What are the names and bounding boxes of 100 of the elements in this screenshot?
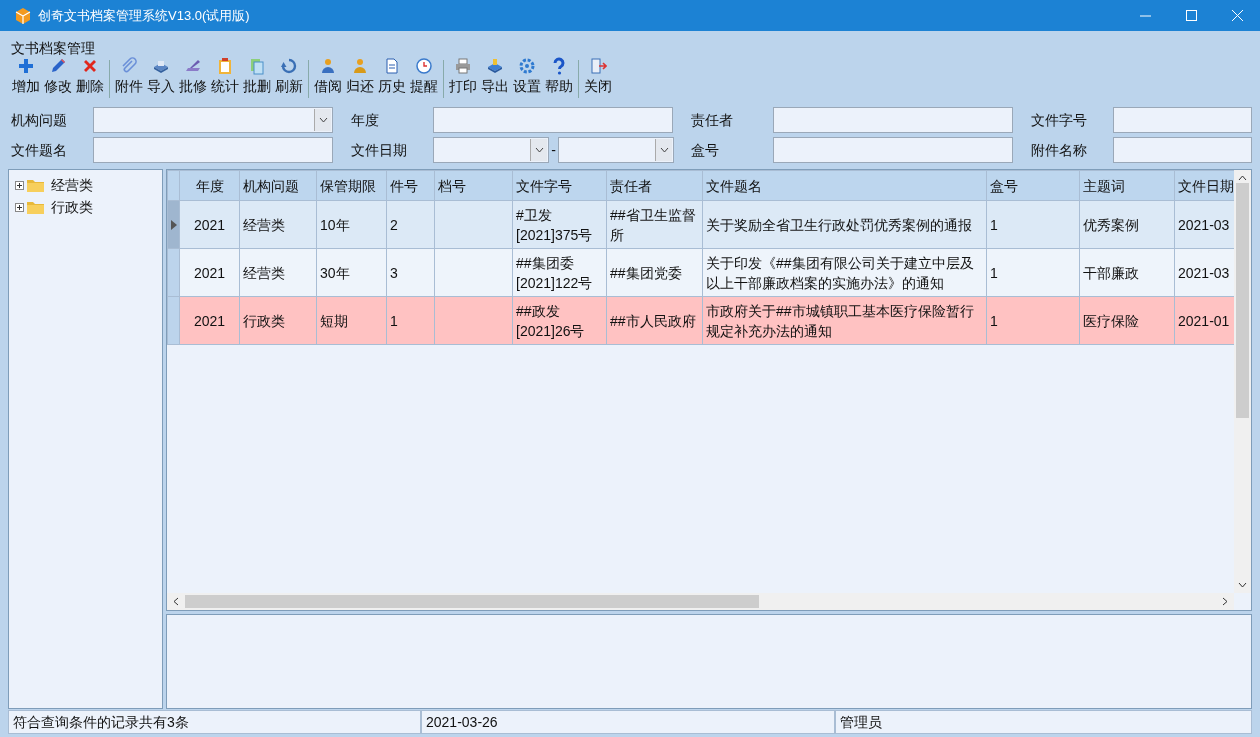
table-cell: 3 <box>386 248 435 297</box>
toolbar-button[interactable]: 历史 <box>376 57 408 101</box>
field-label: 盒号 <box>690 140 720 160</box>
clipboard-icon <box>216 57 234 75</box>
field-label: 责任者 <box>690 110 734 130</box>
expand-toggle-icon[interactable] <box>15 202 24 212</box>
table-cell: 30年 <box>316 248 387 297</box>
paperclip-icon <box>120 57 138 75</box>
printer-icon <box>454 57 472 75</box>
scroll-up-icon[interactable] <box>1238 175 1247 181</box>
scroll-left-icon[interactable] <box>173 597 179 606</box>
status-text: 2021-03-26 <box>421 710 835 734</box>
input-field[interactable] <box>1113 137 1252 163</box>
input-field[interactable] <box>1113 107 1252 133</box>
table-cell: 1 <box>986 248 1080 297</box>
tree-item[interactable]: 行政类 <box>51 196 93 218</box>
toolbar-button[interactable]: 打印 <box>447 57 479 101</box>
table-cell: ##政发[2021]26号 <box>512 296 607 345</box>
table-cell: 1 <box>386 296 435 345</box>
table-cell: 市政府关于##市城镇职工基本医疗保险暂行规定补充办法的通知 <box>702 296 987 345</box>
vertical-scrollbar[interactable] <box>1234 170 1251 593</box>
tree-item[interactable]: 经营类 <box>51 174 93 196</box>
scroll-down-icon[interactable] <box>1238 582 1247 588</box>
module-title: 文书档案管理 <box>11 40 95 56</box>
field-label: 文件题名 <box>10 140 68 160</box>
toolbar-button[interactable]: 刷新 <box>273 57 305 101</box>
toolbar-button[interactable]: 增加 <box>10 57 42 101</box>
toolbar-button[interactable]: 导入 <box>145 57 177 101</box>
toolbar-button[interactable]: 提醒 <box>408 57 440 101</box>
minimize-icon <box>1139 14 1151 17</box>
table-cell: 2021 <box>179 200 240 249</box>
toolbar-button[interactable]: 批删 <box>241 57 273 101</box>
toolbar-button[interactable]: 设置 <box>511 57 543 101</box>
table-cell: 行政类 <box>239 296 317 345</box>
toolbar-button[interactable]: 关闭 <box>582 57 614 101</box>
dropdown-field[interactable] <box>93 107 333 133</box>
pencil-icon <box>49 57 67 75</box>
expand-toggle-icon[interactable] <box>15 180 24 190</box>
app-icon <box>14 6 32 25</box>
toolbar-button[interactable]: 导出 <box>479 57 511 101</box>
table-cell: 经营类 <box>239 248 317 297</box>
table-cell: ##集团委[2021]122号 <box>512 248 607 297</box>
input-field[interactable] <box>773 107 1013 133</box>
column-header[interactable]: 责任者 <box>606 170 703 201</box>
column-header[interactable]: 文件日期 <box>1174 170 1234 201</box>
toolbar-button[interactable]: 帮助 <box>543 57 575 101</box>
column-header[interactable]: 保管期限 <box>316 170 387 201</box>
column-header[interactable]: 文件题名 <box>702 170 987 201</box>
row-header[interactable] <box>167 200 180 249</box>
folder-icon <box>27 200 44 214</box>
table-cell: 干部廉政 <box>1079 248 1175 297</box>
column-header[interactable]: 档号 <box>434 170 513 201</box>
field-label: 文件日期 <box>350 140 408 160</box>
column-header[interactable]: 机构问题 <box>239 170 317 201</box>
toolbar-button[interactable]: 删除 <box>74 57 106 101</box>
dropdown-field[interactable] <box>558 137 674 163</box>
scroll-right-icon[interactable] <box>1222 597 1228 606</box>
toolbar-button[interactable]: 统计 <box>209 57 241 101</box>
toolbar-button[interactable]: 归还 <box>344 57 376 101</box>
dropdown-field[interactable] <box>433 137 549 163</box>
field-label: 年度 <box>350 110 380 130</box>
gear-icon <box>518 57 536 75</box>
table-cell: 2 <box>386 200 435 249</box>
table-cell: 2021-03 <box>1174 248 1234 297</box>
pages-icon <box>248 57 266 75</box>
door-icon <box>589 57 607 75</box>
table-cell: 1 <box>986 200 1080 249</box>
toolbar-button[interactable]: 批修 <box>177 57 209 101</box>
table-cell: 关于奖励全省卫生行政处罚优秀案例的通报 <box>702 200 987 249</box>
input-field[interactable] <box>773 137 1013 163</box>
toolbar-button[interactable]: 借阅 <box>312 57 344 101</box>
column-header[interactable]: 年度 <box>179 170 240 201</box>
clock-icon <box>415 57 433 75</box>
field-label: 文件字号 <box>1030 110 1088 130</box>
scroll-thumb[interactable] <box>1236 183 1249 418</box>
person-icon <box>319 57 337 75</box>
scroll-thumb[interactable] <box>185 595 759 608</box>
current-row-icon <box>170 219 177 230</box>
toolbar-button[interactable]: 修改 <box>42 57 74 101</box>
tray-icon <box>486 57 504 75</box>
column-header[interactable]: 盒号 <box>986 170 1080 201</box>
table-cell: 优秀案例 <box>1079 200 1175 249</box>
plus-icon <box>17 57 35 75</box>
column-header[interactable]: 主题词 <box>1079 170 1175 201</box>
horizontal-scrollbar[interactable] <box>167 593 1234 610</box>
table-cell: 短期 <box>316 296 387 345</box>
input-field[interactable] <box>93 137 333 163</box>
table-cell: 2021-03 <box>1174 200 1234 249</box>
column-header[interactable]: 件号 <box>386 170 435 201</box>
column-header[interactable]: 文件字号 <box>512 170 607 201</box>
table-cell: ##集团党委 <box>606 248 703 297</box>
table-cell: ##省卫生监督所 <box>606 200 703 249</box>
table-cell: 关于印发《##集团有限公司关于建立中层及以上干部廉政档案的实施办法》的通知 <box>702 248 987 297</box>
input-field[interactable] <box>433 107 673 133</box>
status-text: 符合查询条件的记录共有3条 <box>8 710 421 734</box>
table-cell: 经营类 <box>239 200 317 249</box>
maximize-icon <box>1185 10 1197 21</box>
table-cell: 2021 <box>179 296 240 345</box>
toolbar-button[interactable]: 附件 <box>113 57 145 101</box>
field-label: 机构问题 <box>10 110 68 130</box>
